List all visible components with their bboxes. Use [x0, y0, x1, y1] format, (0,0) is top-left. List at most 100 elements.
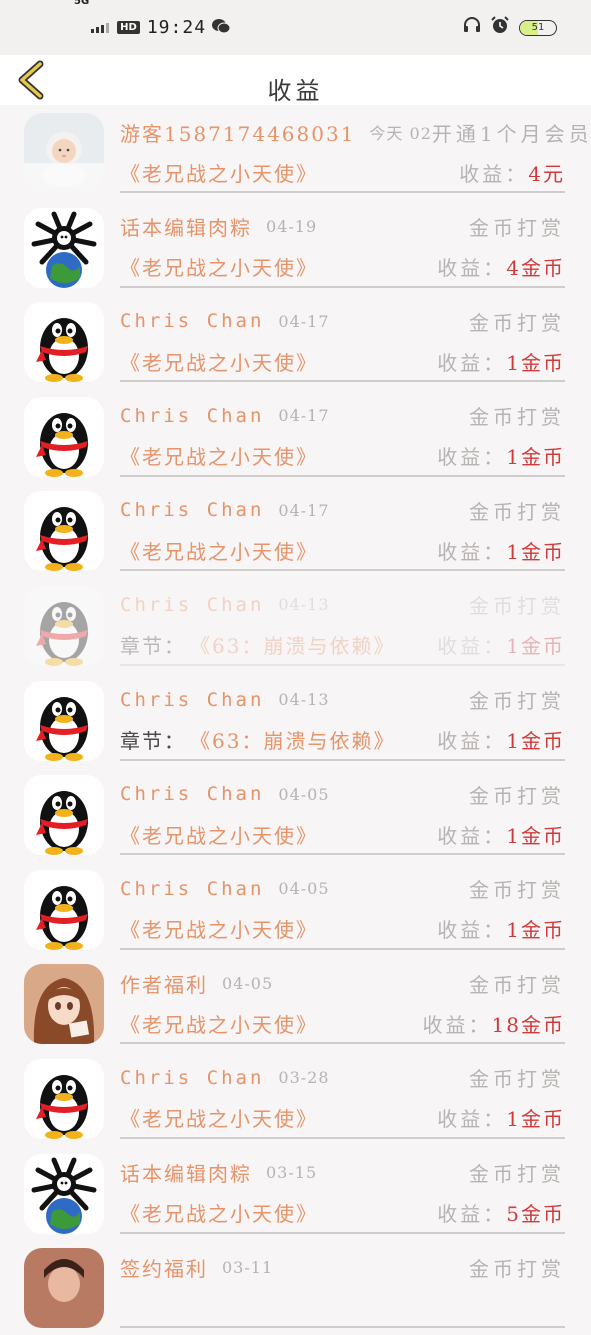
- user-name: Chris Chan: [120, 1066, 265, 1089]
- signal-icon: [91, 22, 110, 33]
- earnings-label: 收益：: [437, 1107, 507, 1132]
- earnings-value: 4元: [528, 161, 565, 186]
- earnings-value: 5金币: [506, 1202, 565, 1227]
- record-header: Chris Chan 04-13 金币打赏: [120, 680, 565, 720]
- list-item[interactable]: 游客15871744680​31 今天 02 开通1个月会员《老兄战之小天使》 收益：…: [0, 105, 591, 200]
- record-type: 金币打赏: [469, 405, 565, 430]
- divider: [120, 758, 565, 761]
- earnings-value: 1金币: [506, 350, 565, 375]
- record-date: 03-28: [278, 1068, 330, 1088]
- divider: [120, 1042, 565, 1045]
- qq-penguin-avatar: [24, 1058, 104, 1139]
- record-detail: [120, 1287, 565, 1327]
- record-date: 04-17: [278, 311, 330, 331]
- user-name: 话本编辑肉粽: [120, 216, 252, 241]
- user-name: Chris Chan: [120, 499, 265, 522]
- record-header: 作者福利 04-05 金币打赏: [120, 963, 565, 1003]
- record-detail: 《老兄战之小天使》 收益： 1金币: [120, 814, 565, 854]
- record-header: 游客15871744680​31 今天 02 开通1个月会员: [120, 112, 589, 152]
- list-item[interactable]: 话本编辑肉粽 04-19 金币打赏 《老兄战之小天使》 收益： 4金币: [0, 200, 591, 295]
- book-title: 《老兄战之小天使》: [120, 161, 318, 186]
- record-date: 04-05: [278, 879, 330, 899]
- portrait-avatar: [24, 1248, 104, 1329]
- wechat-icon: [212, 18, 231, 38]
- list-item[interactable]: Chris Chan 04-17 金币打赏《老兄战之小天使》 收益： 1金币: [0, 294, 591, 389]
- divider: [120, 285, 565, 288]
- divider: [120, 569, 565, 572]
- divider: [120, 947, 565, 950]
- headphones-icon: [463, 16, 481, 39]
- earnings-list: 游客15871744680​31 今天 02 开通1个月会员 《老兄战之小天使》 收益：…: [0, 105, 591, 1335]
- earnings-label: 收益：: [437, 350, 507, 375]
- record-date: 今天 02: [369, 124, 432, 143]
- list-item[interactable]: Chris Chan 04-13 金币打赏章节： 《63：崩溃与依赖》 收益： 1金币: [0, 578, 591, 673]
- list-item[interactable]: Chris Chan 04-13 金币打赏 章节： 《63：崩溃与依赖》 收益： 1金币: [0, 673, 591, 768]
- user-name: Chris Chan: [120, 877, 265, 900]
- list-item[interactable]: Chris Chan 04-05 金币打赏 《老兄战之小天使》 收益： 1金币: [0, 862, 591, 957]
- hd-icon: HD: [117, 21, 140, 34]
- earnings-label: 收益：: [422, 1012, 492, 1037]
- record-date: 04-17: [278, 406, 330, 426]
- record-date: 04-13: [278, 690, 330, 710]
- record-date: 04-05: [222, 973, 274, 993]
- record-type: 金币打赏: [469, 972, 565, 997]
- anime-girl-avatar: [24, 964, 104, 1045]
- record-header: 话本编辑肉粽 04-19 金币打赏: [120, 207, 565, 247]
- user-name: 话本编辑肉粽: [120, 1162, 252, 1187]
- record-type: 金币打赏: [469, 310, 565, 335]
- record-date: 03-11: [222, 1257, 274, 1277]
- battery-level: 51: [531, 22, 545, 33]
- book-title: 《老兄战之小天使》: [120, 539, 318, 564]
- user-name: Chris Chan: [120, 404, 265, 427]
- record-date: 04-13: [278, 595, 330, 615]
- earnings-value: 1金币: [506, 729, 565, 754]
- user-name: 作者福利: [120, 972, 208, 997]
- record-type: 金币打赏: [469, 1067, 565, 1092]
- battery-icon: 51: [519, 19, 557, 36]
- record-detail: 章节： 《63：崩溃与依赖》 收益： 1金币: [120, 625, 565, 665]
- divider: [120, 1326, 565, 1329]
- chapter-prefix: 章节：: [120, 729, 186, 754]
- list-item[interactable]: Chris Chan 03-28 金币打赏 《老兄战之小天使》 收益： 1金币: [0, 1051, 591, 1146]
- chapter-prefix: 章节：: [120, 634, 186, 659]
- user-name: Chris Chan: [120, 310, 265, 333]
- list-item[interactable]: 话本编辑肉粽 03-15 金币打赏 《老兄战之小天使》 收益： 5金币: [0, 1146, 591, 1241]
- book-title: 《老兄战之小天使》: [120, 1012, 318, 1037]
- record-detail: 《老兄战之小天使》 收益： 4元: [120, 152, 565, 192]
- book-title: 《63：崩溃与依赖》: [190, 634, 396, 659]
- divider: [120, 1231, 565, 1234]
- record-date: 04-17: [278, 500, 330, 520]
- earnings-value: 1金币: [506, 823, 565, 848]
- record-header: Chris Chan 04-13 金币打赏: [120, 585, 565, 625]
- list-item[interactable]: Chris Chan 04-05 金币打赏 《老兄战之小天使》 收益： 1金币: [0, 767, 591, 862]
- earnings-label: 收益：: [437, 1202, 507, 1227]
- record-detail: 《老兄战之小天使》 收益： 1金币: [120, 436, 565, 476]
- user-name: Chris Chan: [120, 593, 265, 616]
- book-title: 《老兄战之小天使》: [120, 350, 318, 375]
- list-item[interactable]: Chris Chan 04-17 金币打赏《老兄战之小天使》 收益： 1金币: [0, 389, 591, 484]
- record-type: 金币打赏: [469, 216, 565, 241]
- user-name: Chris Chan: [120, 783, 265, 806]
- record-header: Chris Chan 04-17 金币打赏: [120, 396, 565, 436]
- list-item[interactable]: 签约福利 03-11 金币打赏: [0, 1240, 591, 1335]
- record-type: 金币打赏: [469, 594, 565, 619]
- record-header: 话本编辑肉粽 03-15 金币打赏: [120, 1153, 565, 1193]
- list-item[interactable]: 作者福利 04-05 金币打赏《老兄战之小天使》 收益： 18金币: [0, 956, 591, 1051]
- network-type: 5G: [74, 0, 90, 7]
- baby-photo-avatar: [24, 113, 104, 193]
- record-type: 金币打赏: [469, 499, 565, 524]
- earnings-value: 1金币: [506, 539, 565, 564]
- earnings-value: 1金币: [506, 634, 565, 659]
- divider: [120, 1136, 565, 1139]
- list-item[interactable]: Chris Chan 04-17 金币打赏 《老兄战之小天使》 收益： 1金币: [0, 483, 591, 578]
- qq-penguin-avatar: [24, 302, 104, 383]
- record-header: 签约福利 03-11 金币打赏: [120, 1247, 565, 1287]
- earnings-value: 18金币: [491, 1012, 565, 1037]
- earnings-label: 收益：: [459, 161, 529, 186]
- record-type: 金币打赏: [469, 1256, 565, 1281]
- qq-penguin-avatar: [24, 775, 104, 856]
- record-header: Chris Chan 04-05 金币打赏: [120, 869, 565, 909]
- page-title: 收益: [267, 77, 324, 105]
- divider: [120, 853, 565, 856]
- qq-penguin-avatar: [24, 491, 104, 572]
